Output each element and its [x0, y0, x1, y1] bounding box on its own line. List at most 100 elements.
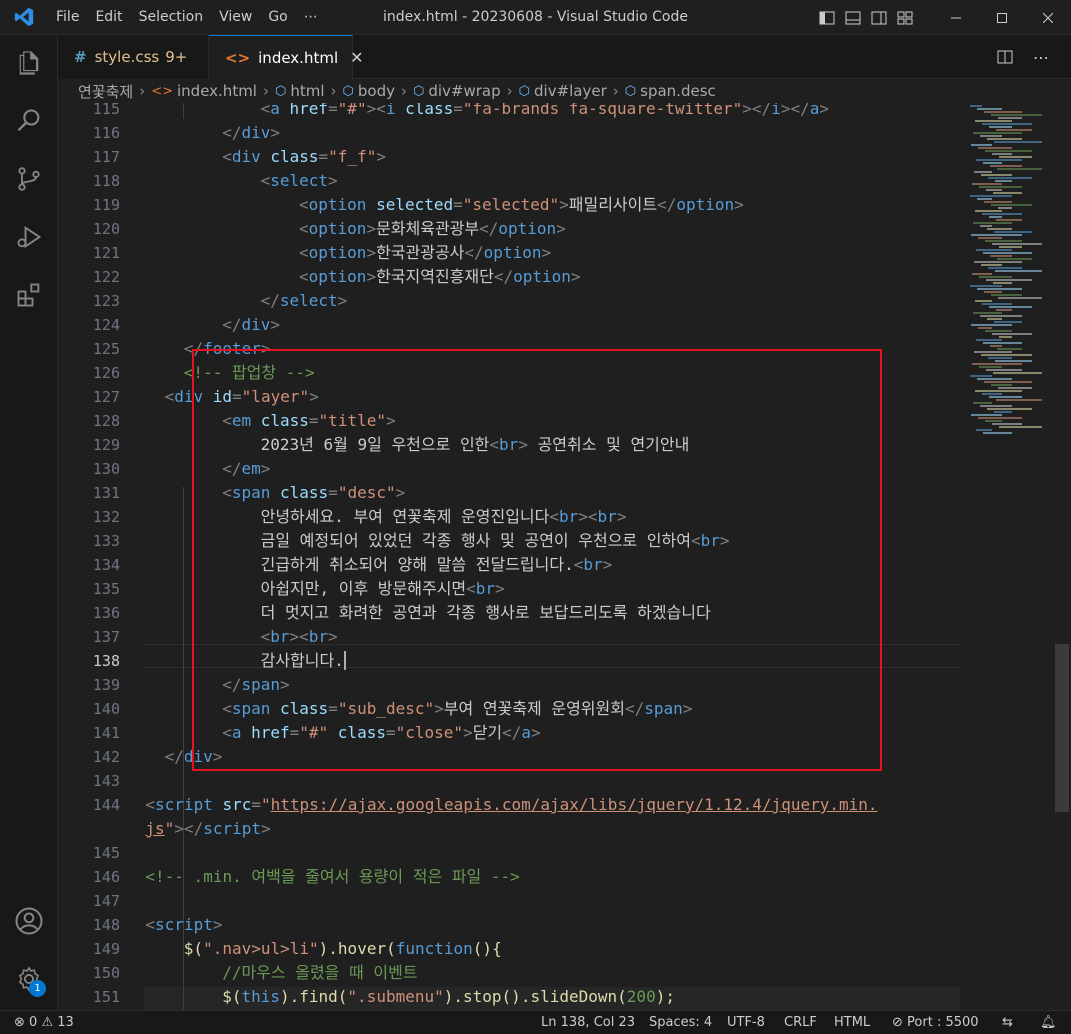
tab-style-css[interactable]: # style.css 9+	[58, 35, 209, 79]
code-token: a	[809, 103, 820, 118]
line-number: 149	[92, 940, 120, 958]
accounts-button[interactable]	[0, 897, 58, 945]
breadcrumb-layer[interactable]: ⬡ div#layer	[519, 82, 607, 100]
menu-view[interactable]: View	[211, 0, 260, 35]
code-token: <	[299, 219, 309, 238]
minimap-line	[983, 162, 1002, 164]
breadcrumb-body[interactable]: ⬡ body	[343, 82, 395, 100]
breadcrumb-file[interactable]: <> index.html	[151, 82, 257, 100]
minimap-line	[999, 426, 1042, 428]
menu-more[interactable]: ⋯	[296, 0, 326, 35]
minimap-line	[980, 405, 1012, 407]
explorer-button[interactable]	[0, 39, 58, 87]
extensions-button[interactable]	[0, 271, 58, 319]
code-token: (	[337, 987, 348, 1006]
toggle-secondary-sidebar-icon[interactable]	[871, 10, 887, 26]
more-actions-icon[interactable]: ⋯	[1033, 48, 1049, 67]
scrollbar-thumb[interactable]	[1055, 644, 1069, 812]
breadcrumb-desc[interactable]: ⬡ span.desc	[625, 82, 716, 100]
code-line: <option selected="selected">패밀리사이트</opti…	[299, 193, 744, 217]
encoding[interactable]: UTF-8	[727, 1011, 765, 1034]
code-line: </div>	[222, 313, 280, 337]
code-editor[interactable]: 115 116 117 118 119 120 121 122 123 124 125 126 127 1…	[58, 103, 1071, 1010]
split-editor-icon[interactable]	[997, 49, 1013, 65]
menu-edit[interactable]: Edit	[87, 0, 130, 35]
code-token: "fa-brands fa-square-twitter"	[462, 103, 743, 118]
feedback-icon[interactable]: ⇆	[1002, 1011, 1013, 1034]
line-number: 125	[92, 340, 120, 358]
breadcrumb-wrap[interactable]: ⬡ div#wrap	[413, 82, 501, 100]
minimap-line	[993, 372, 1042, 374]
toggle-panel-icon[interactable]	[845, 10, 861, 26]
account-icon	[15, 907, 43, 935]
minimap-line	[985, 150, 1032, 152]
code-token: 한국관광공사	[376, 243, 465, 262]
minimap-line	[998, 117, 1022, 119]
run-debug-button[interactable]	[0, 213, 58, 261]
code-token: script	[155, 915, 213, 934]
minimap-line	[982, 123, 1032, 125]
port-label: Port : 5500	[907, 1015, 979, 1030]
code-token: </	[479, 219, 499, 238]
line-ending[interactable]: CRLF	[784, 1011, 817, 1034]
line-number: 139	[92, 676, 120, 694]
code-token: >	[261, 819, 271, 838]
minimap-line	[991, 294, 1022, 296]
minimap-line	[996, 309, 1012, 311]
code-token: a	[270, 103, 290, 118]
minimize-button[interactable]	[933, 0, 979, 35]
minimap-line	[985, 420, 1002, 422]
files-icon	[19, 51, 39, 75]
close-window-button[interactable]	[1025, 0, 1071, 35]
code-token: </	[657, 195, 677, 214]
cursor-position[interactable]: Ln 138, Col 23	[541, 1011, 635, 1034]
line-number: 138	[92, 652, 120, 670]
code-token: option	[308, 195, 377, 214]
run-debug-icon	[17, 225, 42, 249]
close-tab-icon[interactable]: ✕	[350, 48, 363, 67]
tab-index-html[interactable]: <> index.html ✕	[209, 35, 364, 79]
menu-selection[interactable]: Selection	[131, 0, 212, 35]
code-line: <!-- .min. 여백을 줄여서 용량이 적은 파일 -->	[145, 865, 519, 889]
code-token: <	[260, 103, 271, 118]
maximize-button[interactable]	[979, 0, 1025, 35]
notifications-icon[interactable]: 🔔︎	[1040, 1011, 1057, 1034]
minimap-line	[997, 258, 1032, 260]
code-line: js"></script>	[145, 817, 270, 841]
minimap[interactable]	[965, 103, 1071, 1010]
chevron-right-icon: ›	[506, 82, 513, 100]
code-token: //마우스 올렸을 때 이벤트	[222, 963, 418, 982]
customize-layout-icon[interactable]	[897, 10, 913, 26]
indentation[interactable]: Spaces: 4	[649, 1011, 712, 1034]
toggle-sidebar-icon[interactable]	[819, 10, 835, 26]
code-token: ><	[366, 103, 386, 118]
search-button[interactable]	[0, 97, 58, 145]
breadcrumb-body-label: body	[357, 82, 395, 100]
code-token: >	[270, 123, 280, 142]
breadcrumb-folder[interactable]: 연꽃축제	[78, 81, 133, 102]
code-token: "	[164, 819, 175, 838]
minimap-line	[974, 171, 992, 173]
tab-label: index.html	[258, 48, 339, 67]
breadcrumb-wrap-label: div#wrap	[428, 82, 501, 100]
minimap-line	[982, 393, 1002, 395]
minimap-line	[977, 198, 992, 200]
manage-button[interactable]: 1	[0, 955, 58, 1003]
menu-go[interactable]: Go	[260, 0, 295, 35]
code-token: $(	[183, 939, 204, 958]
line-number: 129	[92, 436, 120, 454]
code-token: <	[222, 147, 232, 166]
code-token: script	[155, 795, 223, 814]
minimap-line	[975, 390, 1022, 392]
menu-file[interactable]: File	[48, 0, 87, 35]
line-number: 142	[92, 748, 120, 766]
breadcrumb-html[interactable]: ⬡ html	[275, 82, 325, 100]
code-token: >	[376, 147, 386, 166]
minimap-line	[996, 219, 1022, 221]
minimap-line	[980, 225, 992, 227]
source-control-button[interactable]	[0, 155, 58, 203]
language-mode[interactable]: HTML	[834, 1011, 870, 1034]
code-token: );	[655, 987, 675, 1006]
live-server-status[interactable]: ⊘ Port : 5500	[892, 1011, 979, 1034]
problems-status[interactable]: ⊗ 0 ⚠ 13	[14, 1011, 74, 1034]
